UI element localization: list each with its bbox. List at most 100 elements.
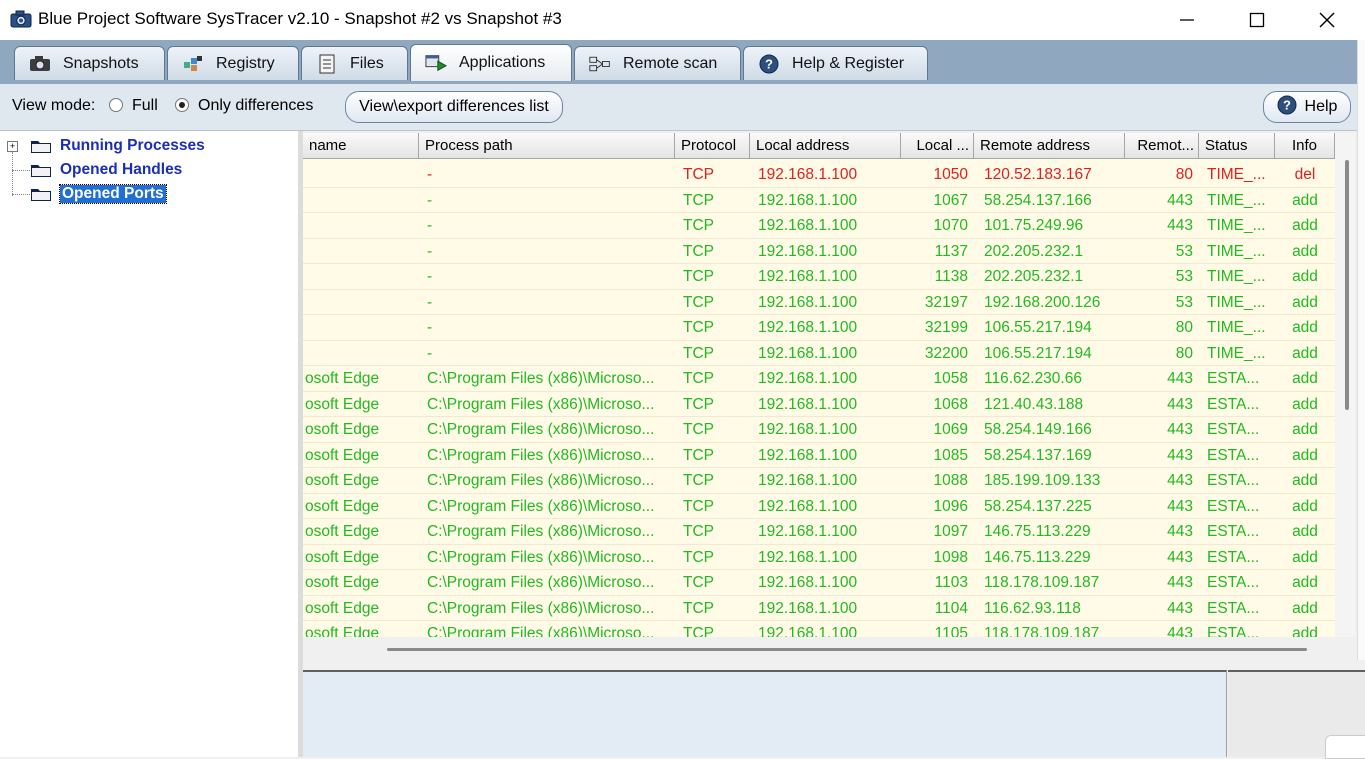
cell-remote-addr: 118.178.109.187	[984, 625, 1100, 637]
cell-name: osoft Edge	[305, 574, 380, 591]
cell-path: C:\Program Files (x86)\Microso...	[427, 497, 655, 515]
window-title: Blue Project Software SysTracer v2.10 - …	[38, 9, 562, 28]
cell-local-port: 1088	[933, 472, 968, 489]
tab-snapshots[interactable]: Snapshots	[14, 46, 165, 80]
tab-label: Files	[350, 54, 384, 72]
table-row[interactable]: osoft Edge C:\Program Files (x86)\Microso…	[303, 494, 1335, 519]
only-differences-radio-label[interactable]: Only differences	[198, 97, 313, 115]
tab-files[interactable]: Files	[301, 46, 408, 80]
tab-remote-scan[interactable]: Remote scan	[574, 46, 741, 80]
cell-status: TIME_...	[1207, 242, 1266, 260]
table-row[interactable]: osoft Edge C:\Program Files (x86)\Microso…	[303, 417, 1335, 443]
cell-remote-addr: 101.75.249.96	[984, 217, 1084, 234]
cell-local-addr: 192.168.1.100	[758, 548, 858, 566]
table-row[interactable]: osoft Edge C:\Program Files (x86)\Microso…	[303, 468, 1335, 494]
cell-info: add	[1292, 599, 1318, 617]
cell-info: add	[1292, 446, 1318, 464]
cell-info: add	[1292, 574, 1318, 591]
table-row[interactable]: - TCP 192.168.1.100 1137 202.205.232.1 53 TIME…	[303, 239, 1335, 264]
table-row[interactable]: osoft Edge C:\Program Files (x86)\Microso…	[303, 519, 1335, 545]
cell-protocol: TCP	[683, 446, 714, 464]
tab-help-register[interactable]: ? Help & Register	[743, 46, 928, 80]
cell-local-port: 1067	[933, 191, 968, 209]
cell-path: -	[427, 268, 433, 285]
cell-status: ESTA...	[1207, 497, 1260, 515]
close-button[interactable]	[1292, 0, 1362, 40]
tab-bar: Snapshots Registry Files Applications Re…	[0, 40, 1365, 84]
column-header-name[interactable]: name	[303, 133, 419, 159]
cell-remote-addr: 118.178.109.187	[984, 574, 1100, 591]
minimize-button[interactable]	[1152, 0, 1222, 40]
cell-remote-port: 53	[1175, 293, 1193, 311]
tab-applications[interactable]: Applications	[410, 44, 572, 81]
table-row[interactable]: - TCP 192.168.1.100 1070 101.75.249.96 443 TIM…	[303, 213, 1335, 239]
cell-status: ESTA...	[1207, 625, 1260, 637]
corner-overlay	[1325, 735, 1365, 759]
table-row[interactable]: - TCP 192.168.1.100 1138 202.205.232.1 53 TIME…	[303, 264, 1335, 290]
cell-remote-port: 443	[1167, 523, 1193, 540]
horizontal-scroll-thumb[interactable]	[387, 648, 1307, 651]
help-icon: ?	[758, 54, 780, 73]
cell-protocol: TCP	[683, 421, 714, 438]
export-differences-button[interactable]: View\export differences list	[345, 91, 563, 123]
cell-remote-addr: 58.254.149.166	[984, 421, 1092, 438]
cell-status: TIME_...	[1207, 166, 1266, 183]
column-header-local-address[interactable]: Local address	[750, 133, 901, 159]
tree-item-opened-ports[interactable]: Opened Ports	[30, 183, 167, 205]
table-row[interactable]: - TCP 192.168.1.100 32199 106.55.217.194 80 TI…	[303, 315, 1335, 341]
cell-name: osoft Edge	[305, 599, 380, 617]
cell-protocol: TCP	[683, 395, 714, 413]
cell-name	[305, 213, 419, 238]
only-differences-radio[interactable]	[175, 98, 189, 112]
maximize-button[interactable]	[1222, 0, 1292, 40]
vertical-scroll-thumb[interactable]	[1345, 160, 1349, 410]
cell-name	[305, 290, 419, 315]
camera-icon	[29, 55, 51, 73]
tree-item-opened-handles[interactable]: Opened Handles	[30, 159, 182, 181]
tab-registry[interactable]: Registry	[167, 46, 299, 80]
column-header-remote-port[interactable]: Remot...	[1125, 133, 1199, 159]
cell-status: ESTA...	[1207, 395, 1260, 413]
horizontal-scrollbar[interactable]	[303, 637, 1355, 669]
cell-local-addr: 192.168.1.100	[758, 344, 858, 362]
ports-grid: name Process path Protocol Local address…	[303, 133, 1335, 637]
table-row[interactable]: osoft Edge C:\Program Files (x86)\Microso…	[303, 366, 1335, 392]
column-header-info[interactable]: Info	[1275, 133, 1335, 159]
table-row[interactable]: - TCP 192.168.1.100 32197 192.168.200.126 53 T…	[303, 290, 1335, 315]
cell-remote-addr: 58.254.137.166	[984, 191, 1092, 209]
cell-remote-port: 443	[1167, 472, 1193, 489]
full-radio[interactable]	[109, 98, 123, 112]
expand-toggle[interactable]: +	[7, 141, 18, 152]
table-row[interactable]: - TCP 192.168.1.100 1050 120.52.183.167 80 TIM…	[303, 162, 1335, 188]
cell-path: -	[427, 293, 433, 311]
cell-remote-port: 443	[1167, 395, 1193, 413]
column-header-remote-address[interactable]: Remote address	[974, 133, 1125, 159]
cell-remote-port: 80	[1175, 344, 1193, 362]
cell-remote-port: 443	[1167, 625, 1193, 637]
help-button[interactable]: ? Help	[1263, 91, 1351, 123]
cell-local-addr: 192.168.1.100	[758, 523, 858, 540]
tab-label: Remote scan	[623, 54, 718, 72]
table-row[interactable]: osoft Edge C:\Program Files (x86)\Microso…	[303, 621, 1335, 637]
table-row[interactable]: osoft Edge C:\Program Files (x86)\Microso…	[303, 545, 1335, 570]
cell-protocol: TCP	[683, 166, 714, 183]
table-row[interactable]: osoft Edge C:\Program Files (x86)\Microso…	[303, 443, 1335, 468]
cell-local-addr: 192.168.1.100	[758, 242, 858, 260]
cell-local-port: 32200	[924, 344, 968, 362]
folder-icon	[31, 189, 51, 201]
table-row[interactable]: - TCP 192.168.1.100 32200 106.55.217.194 80 TI…	[303, 341, 1335, 366]
cell-remote-port: 53	[1175, 268, 1193, 285]
tree-item-running-processes[interactable]: Running Processes	[30, 135, 205, 157]
table-row[interactable]: osoft Edge C:\Program Files (x86)\Microso…	[303, 596, 1335, 621]
full-radio-label[interactable]: Full	[132, 97, 158, 115]
column-header-process-path[interactable]: Process path	[419, 133, 675, 159]
cell-protocol: TCP	[683, 599, 714, 617]
table-row[interactable]: osoft Edge C:\Program Files (x86)\Microso…	[303, 392, 1335, 417]
cell-path: C:\Program Files (x86)\Microso...	[427, 599, 655, 617]
table-row[interactable]: - TCP 192.168.1.100 1067 58.254.137.166 443 TI…	[303, 188, 1335, 213]
cell-name: osoft Edge	[305, 446, 380, 464]
column-header-protocol[interactable]: Protocol	[675, 133, 750, 159]
table-row[interactable]: osoft Edge C:\Program Files (x86)\Microso…	[303, 570, 1335, 596]
column-header-local-port[interactable]: Local ...	[901, 133, 974, 159]
column-header-status[interactable]: Status	[1199, 133, 1275, 159]
